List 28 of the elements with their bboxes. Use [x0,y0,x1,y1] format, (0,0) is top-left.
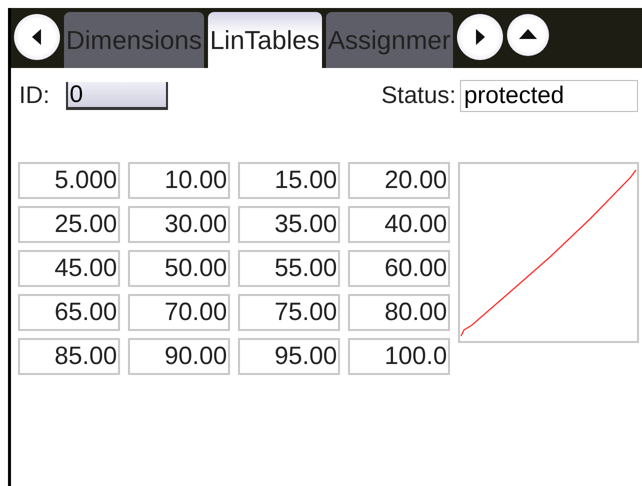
value-cell[interactable]: 50.00 [128,250,230,287]
value-cell[interactable]: 100.0 [348,338,450,375]
next-button[interactable] [456,14,503,60]
value-cell[interactable]: 40.00 [348,206,450,243]
value-cell[interactable]: 5.000 [18,162,120,199]
previous-button[interactable] [14,14,60,60]
id-label: ID: [19,81,50,111]
value-cell[interactable]: 95.00 [238,338,340,375]
value-cell[interactable]: 20.00 [348,162,450,199]
value-cell[interactable]: 15.00 [238,162,340,199]
value-cell[interactable]: 60.00 [348,250,450,287]
id-field[interactable]: 0 [66,82,168,110]
status-field[interactable]: protected [460,80,638,112]
value-cell[interactable]: 85.00 [18,338,120,375]
value-cell[interactable]: 10.00 [128,162,230,199]
value-cell[interactable]: 25.00 [18,206,120,243]
status-label: Status: [381,81,456,111]
value-cell[interactable]: 35.00 [238,206,340,243]
value-cell[interactable]: 55.00 [238,250,340,287]
value-cell[interactable]: 70.00 [128,294,230,331]
value-cell[interactable]: 65.00 [18,294,120,331]
scroll-up-button[interactable] [506,14,549,56]
value-cell[interactable]: 75.00 [238,294,340,331]
tab[interactable]: LinTables [208,12,322,68]
value-cell[interactable]: 30.00 [128,206,230,243]
value-cell[interactable]: 45.00 [18,250,120,287]
value-cell[interactable]: 80.00 [348,294,450,331]
value-cell[interactable]: 90.00 [128,338,230,375]
